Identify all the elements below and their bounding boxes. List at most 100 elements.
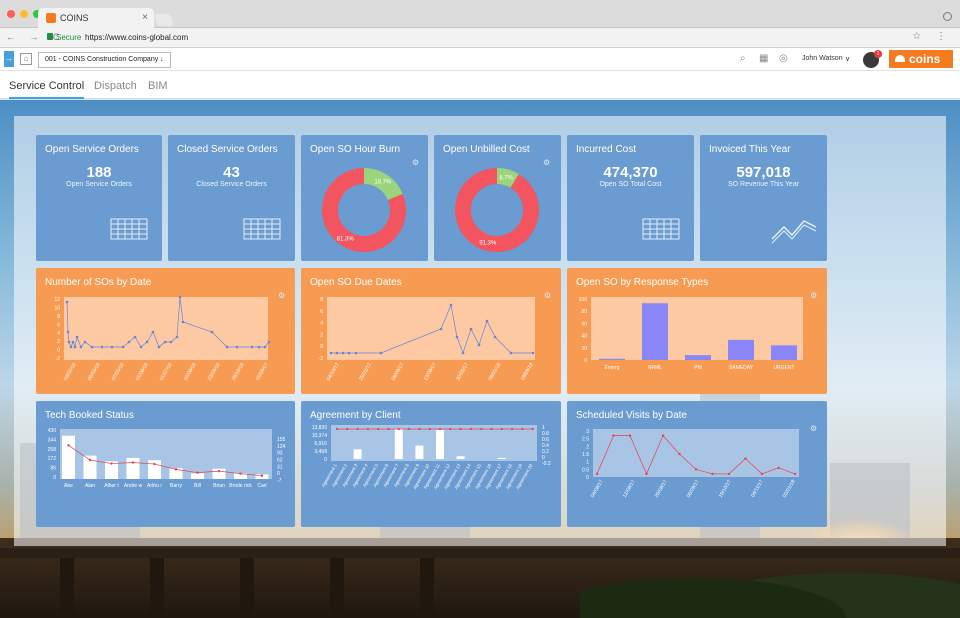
avatar[interactable]: 1: [863, 50, 882, 68]
data-point: [257, 345, 261, 349]
data-point: [151, 330, 155, 334]
data-point: [612, 434, 615, 437]
chart-due-dates[interactable]: Open SO Due Dates ⚙ 8 6 4 2 0 -2 04/10/17 25/02…: [301, 268, 561, 394]
data-point: [139, 345, 143, 349]
kpi-incurred-cost[interactable]: Incurred Cost 474,370 Open SO Total Cost: [567, 135, 694, 261]
y-tick-label: 430: [48, 428, 57, 434]
data-point: [711, 472, 714, 476]
data-point: [628, 434, 632, 437]
data-point: [461, 351, 465, 355]
y-tick-label: 20: [581, 346, 587, 352]
close-window-icon[interactable]: [7, 10, 15, 18]
user-menu-caret-icon[interactable]: ∨: [845, 55, 850, 63]
browser-tab[interactable]: COINS ×: [38, 8, 154, 28]
tab-dispatch[interactable]: Dispatch: [94, 80, 137, 92]
search-icon[interactable]: ⌕: [740, 53, 746, 64]
data-point: [744, 457, 747, 460]
data-point: [459, 427, 462, 431]
data-point: [174, 468, 178, 471]
kpi-open-service-orders[interactable]: Open Service Orders 188 Open Service Ord…: [36, 135, 162, 261]
bar: [599, 358, 625, 360]
tab-service-control[interactable]: Service Control: [9, 80, 85, 99]
x-tick-label: 19/10/17: [718, 479, 733, 499]
data-point: [88, 458, 92, 462]
minimize-window-icon[interactable]: [20, 10, 28, 18]
y-tick-label: 3,458: [314, 449, 327, 455]
x-tick-label: 23/09/16: [207, 362, 222, 382]
response-types-bar-chart: 100 80 60 40 20 0 Emerg NRML PM SAMEDAY URGENT: [579, 297, 803, 371]
data-point: [217, 469, 221, 473]
data-point: [329, 351, 333, 355]
data-point: [509, 351, 513, 355]
bar: [62, 435, 75, 479]
y-tick-label: 1.5: [582, 452, 589, 458]
bar: [436, 430, 444, 459]
window-controls[interactable]: [7, 10, 41, 18]
y-tick-label: 2: [320, 332, 323, 338]
kpi-invoiced-this-year[interactable]: Invoiced This Year 597,018 SO Revenue Th…: [700, 135, 827, 261]
y-tick-label: 0: [277, 471, 280, 477]
y-tick-label: 100: [579, 297, 588, 303]
data-point: [178, 295, 182, 299]
bar: [191, 473, 204, 479]
grid-icon[interactable]: ▦: [759, 53, 768, 64]
globe-icon[interactable]: ◎: [779, 53, 788, 64]
home-icon[interactable]: ⌂: [20, 53, 32, 65]
due-dates-line-chart: 8 6 4 2 0 -204/10/17 25/02/17 08/09/17 13/08/17 3…: [319, 297, 535, 382]
x-tick-label: 15/09/17: [255, 362, 270, 382]
menu-toggle-icon[interactable]: →: [4, 51, 14, 67]
y-tick-label: 0: [57, 348, 60, 354]
company-selector[interactable]: 001 - COINS Construction Company ↓: [38, 52, 171, 68]
bar: [771, 345, 797, 360]
bar: [728, 339, 754, 360]
trend-icon: [771, 220, 817, 244]
browser-tools[interactable]: ☆ ⋮: [912, 31, 952, 42]
x-tick-label: 16/08/16: [183, 362, 198, 382]
data-point: [694, 468, 698, 471]
lock-icon: [47, 33, 53, 40]
y-tick-label: 155: [277, 437, 286, 443]
chart-sos-by-date[interactable]: Number of SOs by Date ⚙ 12 10 8 6 4 2 0 -2 03/02…: [36, 268, 295, 394]
plot-area: [331, 425, 537, 461]
url-field[interactable]: https://www.coins-global.com: [85, 33, 188, 42]
data-point: [225, 345, 229, 349]
x-tick-label: Andre w: [124, 483, 143, 489]
x-tick-label: 01/07/16: [159, 362, 174, 382]
bar: [456, 456, 465, 459]
chart-tech-booked[interactable]: Tech Booked Status 430 344 258 172 86 0 155 124…: [36, 401, 295, 527]
coins-favicon-icon: [46, 13, 56, 23]
y-tick-label: 172: [48, 456, 57, 462]
data-point: [469, 327, 473, 331]
kpi-closed-service-orders[interactable]: Closed Service Orders 43 Closed Service …: [168, 135, 295, 261]
data-point: [387, 427, 390, 431]
donut-unbilled-cost[interactable]: Open Unbilled Cost ⚙ 8.7% 91.3%: [434, 135, 561, 261]
y-tick-label: -0.2: [542, 461, 551, 467]
tab-close-icon[interactable]: ×: [142, 12, 148, 23]
x-tick-label: Carl: [257, 483, 266, 489]
donut-hour-burn[interactable]: Open SO Hour Burn ⚙ 18.7% 81.3%: [301, 135, 428, 261]
data-point: [260, 474, 264, 477]
data-point: [397, 427, 400, 431]
data-point: [645, 472, 648, 476]
address-bar: ← → C Secure https://www.coins-global.co…: [0, 28, 960, 48]
data-point: [90, 345, 94, 349]
data-point: [477, 343, 481, 347]
data-point: [341, 351, 345, 355]
plot-area: [327, 297, 535, 360]
account-icon[interactable]: [943, 12, 952, 21]
y-tick-label: 0: [324, 457, 327, 463]
x-tick-label: 30/05/17: [455, 362, 470, 382]
data-point: [408, 427, 411, 431]
y-tick-label: 6,916: [314, 441, 327, 447]
chart-scheduled-visits[interactable]: Scheduled Visits by Date ⚙ 3 2.5 2 1.5 1 0.5 0…: [567, 401, 827, 527]
data-point: [121, 345, 125, 349]
user-name[interactable]: John Watson: [802, 55, 843, 62]
new-tab-button[interactable]: [153, 14, 175, 26]
bridge-pillar: [60, 558, 74, 618]
data-point: [83, 340, 87, 344]
tab-bim[interactable]: BIM: [148, 80, 168, 92]
x-tick-label: NRML: [648, 365, 662, 371]
sos-by-date-line-chart: 12 10 8 6 4 2 0 -203/02/16 06/03/16 07/05/16 01/06…: [54, 295, 271, 382]
chart-response-types[interactable]: Open SO by Response Types ⚙ 100 80 60 40 20 0…: [567, 268, 827, 394]
chart-agreement[interactable]: Agreement by Client 13,830 10,374 6,916 3,4…: [301, 401, 561, 527]
